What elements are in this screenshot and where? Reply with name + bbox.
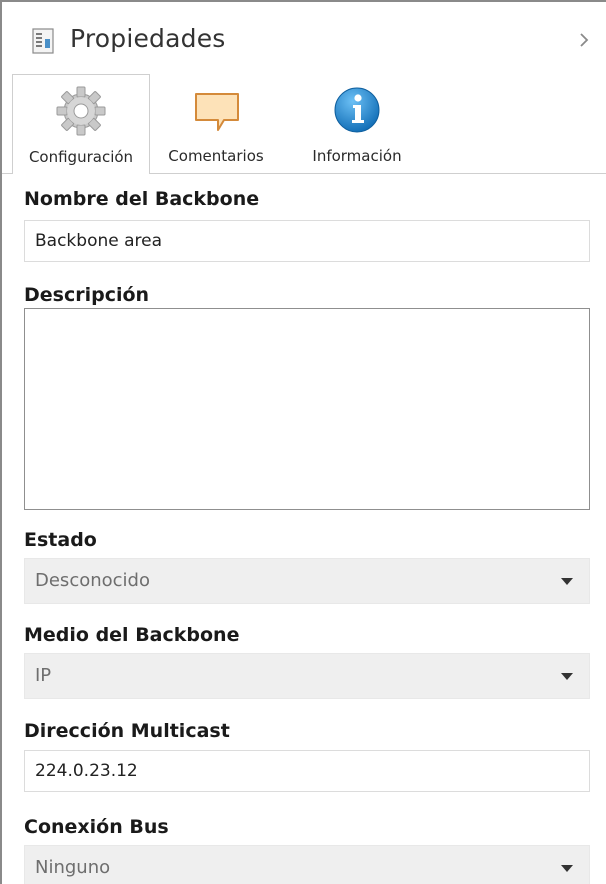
gear-icon [56,86,106,136]
bus-connection-value: Ninguno [35,857,111,878]
multicast-label: Dirección Multicast [24,720,230,742]
medium-select[interactable]: IP [24,653,590,699]
multicast-input[interactable]: 224.0.23.12 [24,750,590,792]
backbone-name-input[interactable]: Backbone area [24,220,590,262]
chevron-down-icon [561,673,573,680]
state-value: Desconocido [35,570,150,591]
panel-header: Propiedades [2,2,606,74]
bus-connection-label: Conexión Bus [24,816,169,838]
tab-label: Información [312,147,402,165]
chevron-down-icon [561,578,573,585]
properties-panel: Propiedades Configuración Comentarios In… [0,0,606,884]
description-textarea[interactable] [24,308,590,510]
tab-bar: Configuración Comentarios Información [2,70,606,174]
tab-informacion[interactable]: Información [292,74,422,174]
info-icon [334,87,380,133]
tab-label: Configuración [28,148,134,166]
state-select[interactable]: Desconocido [24,558,590,604]
bus-connection-select[interactable]: Ninguno [24,845,590,884]
chevron-down-icon [561,865,573,872]
tab-label: Comentarios [168,147,264,165]
medium-label: Medio del Backbone [24,624,240,646]
panel-title: Propiedades [70,24,226,53]
medium-value: IP [35,665,52,686]
comment-icon [195,93,239,131]
state-label: Estado [24,529,97,551]
backbone-name-label: Nombre del Backbone [24,188,260,210]
tab-configuracion[interactable]: Configuración [12,74,150,174]
description-label: Descripción [24,284,150,306]
document-icon [32,28,54,54]
tab-comentarios[interactable]: Comentarios [152,74,280,174]
chevron-right-icon[interactable] [576,30,592,50]
